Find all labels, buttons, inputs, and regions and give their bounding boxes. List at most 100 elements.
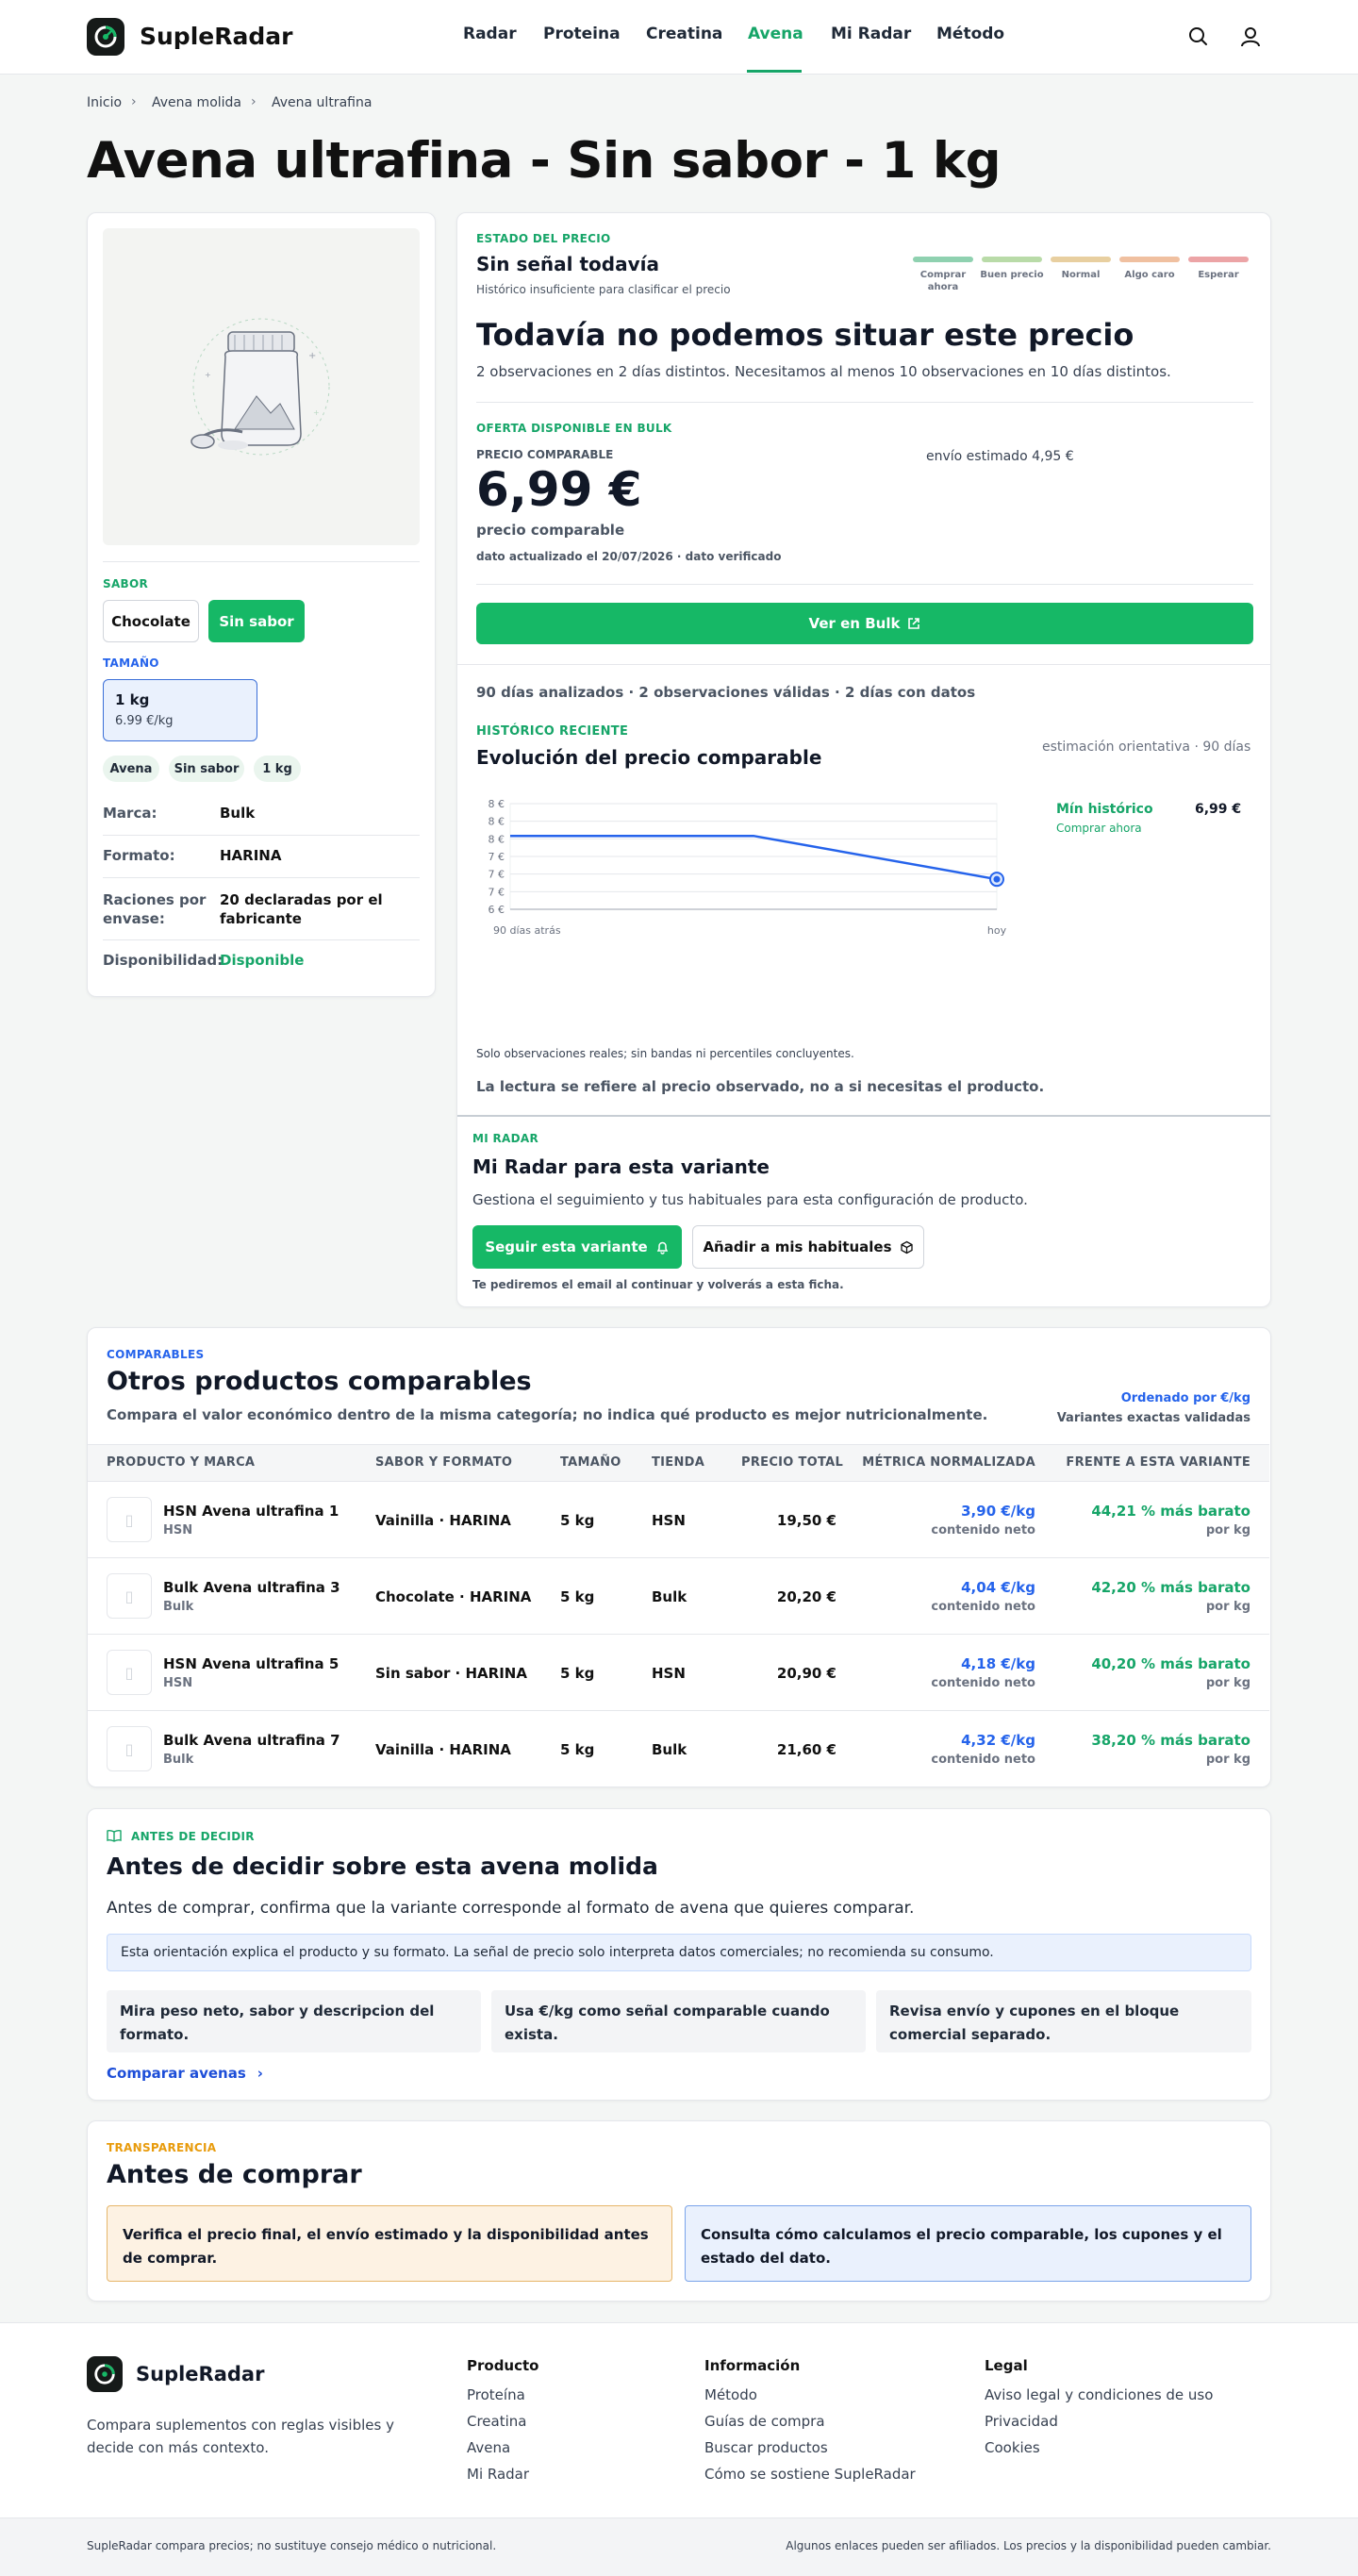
my-radar-description: Gestiona el seguimiento y tus habituales… bbox=[472, 1191, 1028, 1208]
price-history-chart: 8 € 8 € 8 € 7 € 7 € 7 € 6 € 90 días atrás hoy bbox=[489, 798, 1007, 937]
nav-avena[interactable]: Avena bbox=[748, 25, 803, 43]
footer-link[interactable]: Privacidad bbox=[985, 2413, 1058, 2430]
chart-y-tick: 8 € bbox=[489, 798, 505, 810]
footer-link[interactable]: Método bbox=[704, 2386, 757, 2403]
spec-value: Bulk bbox=[220, 805, 256, 822]
price-value: 6,99 € bbox=[476, 462, 642, 517]
decide-description: Antes de comprar, confirma que la varian… bbox=[107, 1899, 915, 1918]
footer-link[interactable]: Guías de compra bbox=[704, 2413, 825, 2430]
chart-y-tick: 8 € bbox=[489, 833, 505, 845]
breadcrumb-inicio[interactable]: Inicio bbox=[87, 95, 122, 110]
size-option[interactable]: 1 kg 6.99 €/kg bbox=[103, 679, 257, 741]
chart-y-tick: 6 € bbox=[489, 904, 505, 916]
flavor-option-chocolate[interactable]: Chocolate bbox=[103, 600, 199, 642]
row-metric-sub: contenido neto bbox=[931, 1753, 1035, 1767]
add-favorites-button[interactable]: Añadir a mis habituales bbox=[692, 1225, 924, 1269]
min-history-sub[interactable]: Comprar ahora bbox=[1056, 822, 1142, 835]
footer-link[interactable]: Buscar productos bbox=[704, 2439, 828, 2456]
breadcrumb-current: Avena ultrafina bbox=[272, 95, 373, 110]
divider bbox=[457, 1115, 1270, 1117]
footer-link[interactable]: Mi Radar bbox=[467, 2466, 529, 2483]
estimate-note: estimación orientativa · 90 días bbox=[1042, 740, 1251, 755]
user-icon[interactable] bbox=[1238, 25, 1263, 49]
nav-creatina[interactable]: Creatina bbox=[646, 25, 722, 43]
divider bbox=[476, 584, 1253, 585]
compare-oats-label: Comparar avenas bbox=[107, 2065, 246, 2082]
nav-mi-radar[interactable]: Mi Radar bbox=[831, 25, 911, 43]
product-thumbnail-icon: ▯ bbox=[107, 1726, 152, 1771]
brand-name[interactable]: SupleRadar bbox=[140, 23, 292, 50]
row-price: 19,50 € bbox=[776, 1512, 836, 1529]
decide-heading: Antes de decidir sobre esta avena molida bbox=[107, 1853, 658, 1880]
price-scale-label: Buen precio bbox=[980, 270, 1044, 280]
price-scale-label: Comprar ahora bbox=[919, 270, 967, 292]
chart-note: Solo observaciones reales; sin bandas ni… bbox=[476, 1047, 854, 1060]
footer-link[interactable]: Proteína bbox=[467, 2386, 525, 2403]
footer-link[interactable]: Creatina bbox=[467, 2413, 526, 2430]
price-scale-bar bbox=[982, 257, 1042, 262]
view-in-store-button[interactable]: Ver en Bulk bbox=[476, 603, 1253, 644]
row-flavor: Vainilla · HARINA bbox=[375, 1741, 511, 1758]
row-diff-sub: por kg bbox=[1205, 1523, 1250, 1537]
chevron-right-icon: › bbox=[257, 2065, 263, 2082]
footer-brand: SupleRadar bbox=[136, 2363, 265, 2385]
chart-x-label-start: 90 días atrás bbox=[493, 924, 561, 937]
search-icon[interactable] bbox=[1186, 25, 1211, 49]
offer-kicker: OFERTA DISPONIBLE EN BULK bbox=[476, 422, 672, 435]
row-product-name[interactable]: Bulk Avena ultrafina 7 bbox=[163, 1732, 340, 1749]
footer-link[interactable]: Cómo se sostiene SupleRadar bbox=[704, 2466, 916, 2483]
column-header: FRENTE A ESTA VARIANTE bbox=[1066, 1455, 1250, 1470]
footer-link[interactable]: Cookies bbox=[985, 2439, 1040, 2456]
sort-label[interactable]: Ordenado por €/kg bbox=[1121, 1391, 1250, 1405]
chart-y-tick: 7 € bbox=[489, 851, 505, 863]
breadcrumb-avena-molida[interactable]: Avena molida bbox=[152, 95, 241, 110]
footer-disclaimer: SupleRadar compara precios; no sustituye… bbox=[87, 2539, 497, 2552]
chart-x-label-end: hoy bbox=[987, 924, 1007, 937]
availability-value: Disponible bbox=[220, 952, 305, 969]
row-diff: 44,21 % más barato bbox=[1091, 1503, 1250, 1520]
row-product-name[interactable]: HSN Avena ultrafina 5 bbox=[163, 1655, 339, 1672]
svg-text:+: + bbox=[308, 351, 316, 361]
info-box: Consulta cómo calculamos el precio compa… bbox=[685, 2205, 1251, 2282]
footer-link[interactable]: Avena bbox=[467, 2439, 510, 2456]
decide-tip: Usa €/kg como señal comparable cuando ex… bbox=[491, 1990, 866, 2052]
book-icon bbox=[107, 1828, 122, 1843]
size-name: 1 kg bbox=[115, 691, 150, 708]
row-product-name[interactable]: Bulk Avena ultrafina 3 bbox=[163, 1579, 340, 1596]
column-header: PRODUCTO Y MARCA bbox=[107, 1455, 256, 1470]
chart-y-tick: 7 € bbox=[489, 869, 505, 881]
row-size: 5 kg bbox=[560, 1665, 595, 1682]
spec-label: Formato: bbox=[103, 847, 175, 864]
nav-proteina[interactable]: Proteina bbox=[543, 25, 621, 43]
package-icon bbox=[900, 1240, 913, 1254]
min-history-value: 6,99 € bbox=[1195, 802, 1242, 817]
chart-point-current-dot bbox=[993, 875, 1001, 883]
follow-label: Seguir esta variante bbox=[485, 1238, 648, 1255]
column-header: SABOR Y FORMATO bbox=[375, 1455, 513, 1470]
divider bbox=[457, 664, 1270, 665]
nav-radar[interactable]: Radar bbox=[463, 25, 517, 43]
product-thumbnail-icon: ▯ bbox=[107, 1573, 152, 1619]
divider bbox=[88, 1634, 1269, 1635]
follow-variant-button[interactable]: Seguir esta variante bbox=[472, 1225, 682, 1269]
page-title: Avena ultrafina - Sin sabor - 1 kg bbox=[87, 132, 1002, 190]
flavor-option-sin-sabor[interactable]: Sin sabor bbox=[208, 600, 305, 642]
footer-link[interactable]: Aviso legal y condiciones de uso bbox=[985, 2386, 1213, 2403]
spec-label: Raciones por envase: bbox=[103, 891, 207, 927]
row-product-name[interactable]: HSN Avena ultrafina 1 bbox=[163, 1503, 339, 1520]
logo-icon[interactable] bbox=[87, 18, 124, 56]
product-image: + + + bbox=[103, 228, 420, 545]
logo-icon[interactable] bbox=[87, 2356, 123, 2392]
row-store: HSN bbox=[652, 1665, 686, 1682]
row-price: 21,60 € bbox=[776, 1741, 836, 1758]
shipping-estimate: envío estimado 4,95 € bbox=[926, 449, 1074, 464]
chart-y-tick: 7 € bbox=[489, 886, 505, 898]
nav-metodo[interactable]: Método bbox=[936, 25, 1004, 43]
site-header: SupleRadar Radar Proteina Creatina Avena… bbox=[0, 0, 1358, 75]
price-caption: precio comparable bbox=[476, 522, 625, 539]
row-store: Bulk bbox=[652, 1741, 687, 1758]
row-diff-sub: por kg bbox=[1205, 1753, 1250, 1767]
compare-oats-link[interactable]: Comparar avenas › bbox=[107, 2065, 263, 2082]
price-description: 2 observaciones en 2 días distintos. Nec… bbox=[476, 363, 1171, 380]
my-radar-heading: Mi Radar para esta variante bbox=[472, 1155, 770, 1178]
